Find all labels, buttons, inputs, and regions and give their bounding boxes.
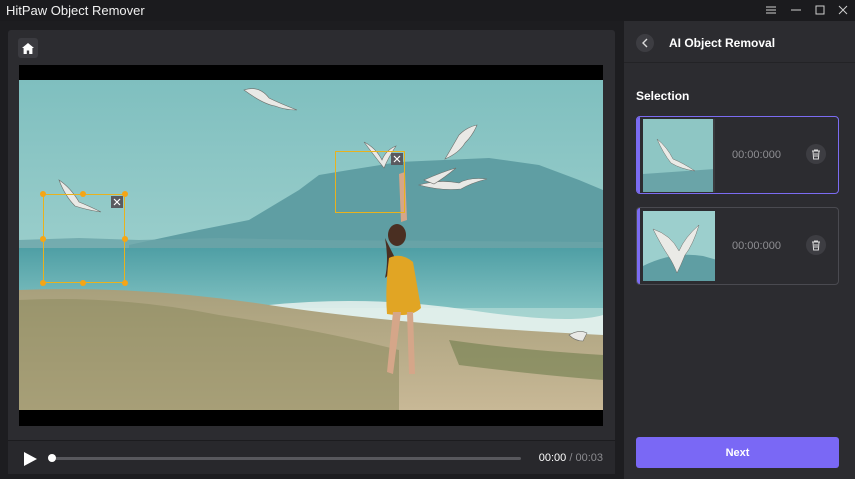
progress-track[interactable] [51, 457, 521, 460]
playback-bar: 00:00 / 00:03 [8, 440, 615, 474]
panel-title: AI Object Removal [669, 36, 776, 50]
selection-thumbnail [643, 211, 715, 281]
title-bar: HitPaw Object Remover [0, 0, 855, 21]
selection-timecode: 00:00:000 [732, 240, 781, 252]
current-time: 00:00 [538, 452, 567, 464]
selection-thumbnail [643, 119, 715, 192]
active-indicator [637, 117, 640, 193]
selection-box-1[interactable] [43, 194, 125, 283]
resize-handle[interactable] [40, 236, 46, 242]
menu-icon[interactable] [762, 2, 780, 18]
resize-handle[interactable] [122, 280, 128, 286]
selection-card-1[interactable]: 00:00:000 [636, 116, 839, 194]
resize-handle[interactable] [80, 280, 86, 286]
time-separator: / [569, 452, 573, 464]
close-icon[interactable] [834, 2, 852, 18]
play-icon[interactable] [22, 451, 38, 467]
maximize-icon[interactable] [811, 2, 829, 18]
side-panel: AI Object Removal Selection 00:00:000 00… [624, 21, 855, 479]
resize-handle[interactable] [80, 191, 86, 197]
remove-selection-icon[interactable] [391, 153, 403, 165]
side-header: AI Object Removal [624, 21, 855, 63]
duration: 00:03 [575, 452, 603, 464]
resize-handle[interactable] [40, 280, 46, 286]
resize-handle[interactable] [40, 191, 46, 197]
selection-box-2[interactable] [335, 151, 405, 213]
selection-card-2[interactable]: 00:00:000 [636, 207, 839, 285]
trash-icon[interactable] [806, 235, 826, 255]
next-button[interactable]: Next [636, 437, 839, 468]
active-indicator [637, 208, 640, 284]
trash-icon[interactable] [806, 144, 826, 164]
app-title: HitPaw Object Remover [6, 3, 145, 18]
chevron-left-icon[interactable] [636, 34, 654, 52]
section-label: Selection [636, 89, 690, 103]
video-preview[interactable] [19, 65, 603, 426]
remove-selection-icon[interactable] [111, 196, 123, 208]
home-icon[interactable] [18, 38, 38, 58]
minimize-icon[interactable] [787, 2, 805, 18]
selection-timecode: 00:00:000 [732, 149, 781, 161]
resize-handle[interactable] [122, 191, 128, 197]
editor-panel: 00:00 / 00:03 [8, 30, 615, 474]
progress-knob[interactable] [48, 454, 56, 462]
resize-handle[interactable] [122, 236, 128, 242]
time-display: 00:00 / 00:03 [539, 452, 603, 464]
